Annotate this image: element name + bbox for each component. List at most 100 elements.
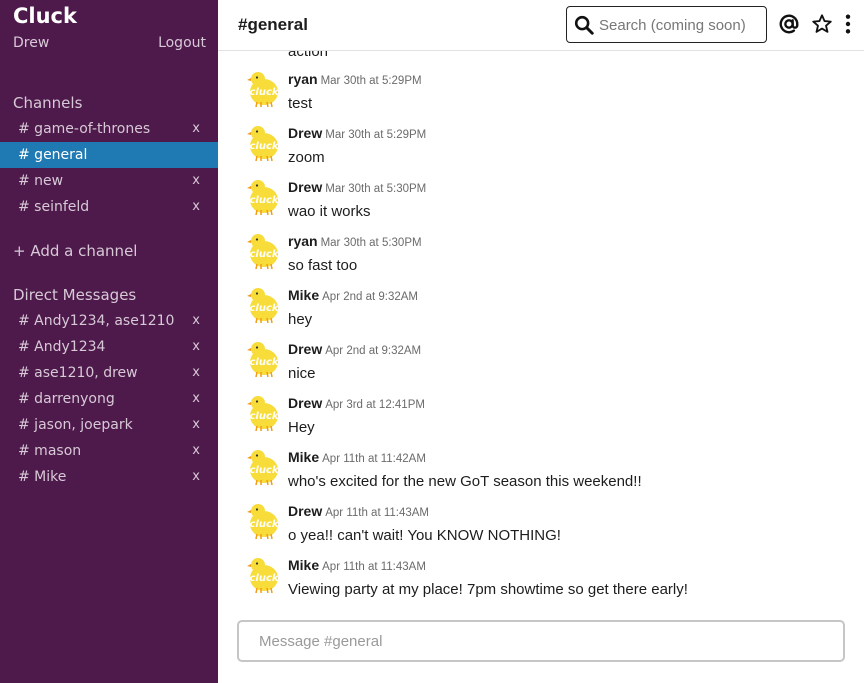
sidebar-item-dm-mike[interactable]: # Mike x — [0, 464, 218, 490]
at-icon[interactable] — [778, 13, 800, 35]
message-header: Drew Mar 30th at 5:29PM — [288, 125, 426, 143]
svg-text:cluck: cluck — [249, 303, 279, 314]
svg-text:cluck: cluck — [249, 87, 279, 98]
app-logo: Cluck — [13, 4, 77, 28]
message-author: Mike — [288, 449, 320, 465]
message-input[interactable] — [259, 631, 819, 651]
remove-dm-button[interactable]: x — [192, 412, 200, 438]
message-item: cluck Drew Mar 30th at 5:29PM zoom — [218, 107, 864, 166]
add-channel-button[interactable]: + Add a channel — [13, 242, 137, 260]
avatar-chick-icon: cluck — [244, 231, 284, 271]
more-vertical-icon[interactable] — [843, 13, 853, 35]
avatar-chick-icon: cluck — [244, 123, 284, 163]
message-header: ryan Mar 30th at 5:29PM — [288, 71, 422, 89]
remove-dm-button[interactable]: x — [192, 386, 200, 412]
message-timestamp: Mar 30th at 5:30PM — [325, 183, 427, 195]
message-item: cluck Mike Apr 2nd at 9:32AM hey — [218, 269, 864, 328]
star-icon[interactable] — [811, 13, 833, 35]
channel-label: # general — [18, 147, 88, 163]
message-header: Drew Mar 30th at 5:30PM — [288, 179, 426, 197]
message-author: Drew — [288, 179, 323, 195]
search-input[interactable] — [599, 15, 761, 35]
remove-channel-button[interactable]: x — [192, 116, 200, 142]
svg-text:cluck: cluck — [249, 249, 279, 260]
remove-channel-button[interactable]: x — [192, 168, 200, 194]
message-timestamp: Mar 30th at 5:30PM — [320, 237, 422, 249]
avatar-chick-icon: cluck — [244, 339, 284, 379]
message-item: cluck ryan Mar 30th at 5:29PM test — [218, 53, 864, 112]
message-timestamp: Apr 11th at 11:42AM — [322, 453, 426, 465]
message-timestamp: Apr 11th at 11:43AM — [322, 561, 426, 573]
message-author: Drew — [288, 341, 323, 357]
dm-label: # jason, joepark — [18, 417, 133, 433]
message-item: cluck ryan Mar 30th at 5:30PM so fast too — [218, 215, 864, 274]
sidebar-item-dm-andy1234[interactable]: # Andy1234 x — [0, 334, 218, 360]
remove-dm-button[interactable]: x — [192, 464, 200, 490]
sidebar-item-seinfeld[interactable]: # seinfeld x — [0, 194, 218, 220]
message-timestamp: Mar 30th at 5:29PM — [325, 129, 427, 141]
avatar-chick-icon: cluck — [244, 285, 284, 325]
remove-dm-button[interactable]: x — [192, 438, 200, 464]
avatar-chick-icon: cluck — [244, 555, 284, 595]
search-box[interactable] — [566, 6, 767, 43]
current-user-name: Drew — [13, 35, 50, 51]
message-author: Drew — [288, 125, 323, 141]
message-timestamp: Mar 30th at 5:29PM — [320, 75, 422, 87]
svg-text:cluck: cluck — [249, 195, 279, 206]
channel-label: # seinfeld — [18, 199, 90, 215]
avatar-chick-icon: cluck — [244, 393, 284, 433]
sidebar-item-dm-mason[interactable]: # mason x — [0, 438, 218, 464]
sidebar-item-dm-andy1234-ase1210[interactable]: # Andy1234, ase1210 x — [0, 308, 218, 334]
message-header: Mike Apr 11th at 11:42AM — [288, 449, 426, 467]
message-author: Drew — [288, 395, 323, 411]
message-item: cluck Mike Apr 11th at 11:42AM who's excit… — [218, 431, 864, 490]
svg-text:cluck: cluck — [249, 141, 279, 152]
message-text: Viewing party at my place! 7pm showtime … — [288, 581, 688, 598]
svg-text:cluck: cluck — [249, 411, 279, 422]
channels-heading: Channels — [13, 94, 83, 112]
dm-label: # Mike — [18, 469, 67, 485]
sidebar-item-game-of-thrones[interactable]: # game-of-thrones x — [0, 116, 218, 142]
message-item: cluck Drew Mar 30th at 5:30PM wao it works — [218, 161, 864, 220]
channels-list: # game-of-thrones x # general # new x # … — [0, 116, 218, 220]
message-item: cluck Drew Apr 2nd at 9:32AM nice — [218, 323, 864, 382]
message-timestamp: Apr 11th at 11:43AM — [325, 507, 430, 519]
avatar-chick-icon: cluck — [244, 501, 284, 541]
remove-dm-button[interactable]: x — [192, 360, 200, 386]
message-header: Drew Apr 3rd at 12:41PM — [288, 395, 425, 413]
logout-button[interactable]: Logout — [158, 35, 206, 51]
message-header: Mike Apr 11th at 11:43AM — [288, 557, 426, 575]
sidebar-item-dm-jason-joepark[interactable]: # jason, joepark x — [0, 412, 218, 438]
sidebar-item-new[interactable]: # new x — [0, 168, 218, 194]
sidebar-item-general[interactable]: # general — [0, 142, 218, 168]
direct-messages-list: # Andy1234, ase1210 x # Andy1234 x # ase… — [0, 308, 218, 490]
message-list[interactable]: action cluck ryan Mar 30th at 5:29PM test … — [218, 51, 864, 607]
message-timestamp: Apr 2nd at 9:32AM — [322, 291, 419, 303]
message-composer[interactable] — [237, 620, 845, 662]
message-item: cluck Drew Apr 3rd at 12:41PM Hey — [218, 377, 864, 436]
svg-text:cluck: cluck — [249, 465, 279, 476]
message-header: ryan Mar 30th at 5:30PM — [288, 233, 422, 251]
channel-title: #general — [238, 15, 308, 34]
search-icon — [574, 15, 594, 35]
message-author: ryan — [288, 71, 318, 87]
direct-messages-heading: Direct Messages — [13, 286, 137, 304]
svg-text:cluck: cluck — [249, 573, 279, 584]
remove-channel-button[interactable]: x — [192, 194, 200, 220]
message-item: cluck Mike Apr 11th at 11:43AM Viewing par… — [218, 539, 864, 598]
dm-label: # mason — [18, 443, 82, 459]
avatar-chick-icon: cluck — [244, 177, 284, 217]
dm-label: # ase1210, drew — [18, 365, 138, 381]
avatar-chick-icon: cluck — [244, 69, 284, 109]
remove-dm-button[interactable]: x — [192, 334, 200, 360]
dm-label: # Andy1234 — [18, 339, 106, 355]
sidebar-item-dm-darrenyong[interactable]: # darrenyong x — [0, 386, 218, 412]
dm-label: # darrenyong — [18, 391, 115, 407]
dm-label: # Andy1234, ase1210 — [18, 313, 175, 329]
message-author: Mike — [288, 287, 320, 303]
sidebar-item-dm-ase1210-drew[interactable]: # ase1210, drew x — [0, 360, 218, 386]
remove-dm-button[interactable]: x — [192, 308, 200, 334]
message-item: cluck Drew Apr 11th at 11:43AM o yea!! can… — [218, 485, 864, 544]
svg-text:cluck: cluck — [249, 519, 279, 530]
message-author: Drew — [288, 503, 323, 519]
